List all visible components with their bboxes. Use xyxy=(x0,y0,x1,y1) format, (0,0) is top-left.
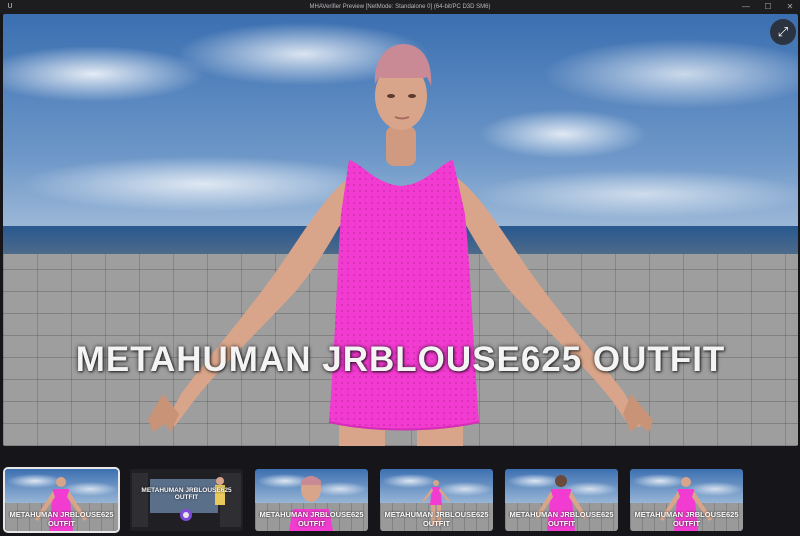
product-title-overlay: METAHUMAN JRBLOUSE625 OUTFIT xyxy=(75,340,726,379)
window-title: MHAVerifier Preview [NetMode: Standalone… xyxy=(309,4,491,10)
thumbnail-4[interactable]: METAHUMAN JRBLOUSE625 OUTFIT xyxy=(380,469,493,531)
expand-icon: ⤢ xyxy=(777,24,789,39)
window-titlebar: U MHAVerifier Preview [NetMode: Standalo… xyxy=(0,0,800,14)
main-image-viewer[interactable]: ⤢ METAHUMAN JRBLOUSE625 OUTFIT xyxy=(3,14,798,446)
close-button[interactable]: ✕ xyxy=(782,0,798,14)
thumb-caption: METAHUMAN JRBLOUSE625 OUTFIT xyxy=(384,510,489,528)
thumbnail-strip: METAHUMAN JRBLOUSE625 OUTFIT METAHUMAN J… xyxy=(0,466,800,536)
thumb-caption: METAHUMAN JRBLOUSE625 OUTFIT xyxy=(634,510,739,528)
thumbnail-1[interactable]: METAHUMAN JRBLOUSE625 OUTFIT xyxy=(3,467,120,533)
maximize-button[interactable]: ☐ xyxy=(760,0,776,14)
thumb-caption: METAHUMAN JRBLOUSE625 OUTFIT xyxy=(9,510,114,528)
unreal-logo-icon: U xyxy=(7,3,13,10)
minimize-button[interactable]: — xyxy=(738,0,754,14)
thumb-caption: METAHUMAN JRBLOUSE625 OUTFIT xyxy=(259,510,364,528)
thumbnail-5[interactable]: METAHUMAN JRBLOUSE625 OUTFIT xyxy=(505,469,618,531)
thumb-caption: METAHUMAN JRBLOUSE625 OUTFIT xyxy=(509,510,614,528)
thumbnail-2[interactable]: METAHUMAN JRBLOUSE625 OUTFIT xyxy=(130,469,243,531)
fullscreen-button[interactable]: ⤢ xyxy=(770,19,796,45)
thumbnail-3[interactable]: METAHUMAN JRBLOUSE625 OUTFIT xyxy=(255,469,368,531)
thumb-caption: METAHUMAN JRBLOUSE625 OUTFIT xyxy=(141,487,232,501)
thumbnail-6[interactable]: METAHUMAN JRBLOUSE625 OUTFIT xyxy=(630,469,743,531)
metahuman-character xyxy=(148,44,653,446)
